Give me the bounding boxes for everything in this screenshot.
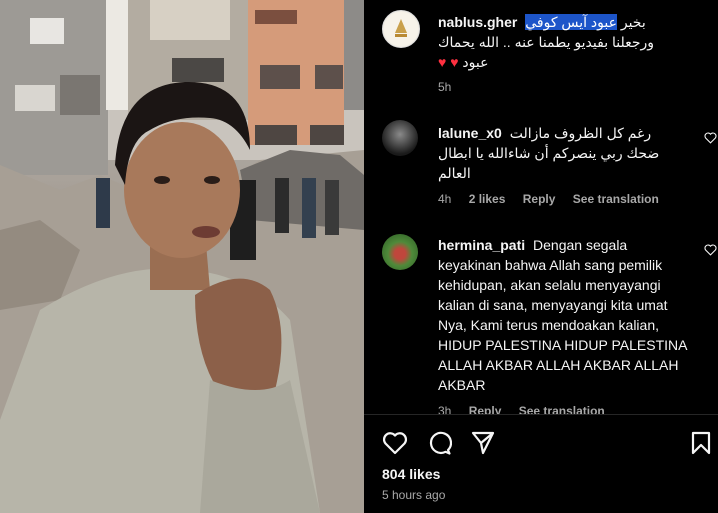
caption-highlight: عبود آيس كوفي bbox=[525, 14, 617, 30]
see-translation-button[interactable]: See translation bbox=[519, 404, 605, 414]
caption-hearts: ♥ ♥ bbox=[438, 54, 459, 70]
comment-username[interactable]: lalune_x0 bbox=[438, 125, 502, 141]
post-caption: nablus.gher عبود آيس كوفي بخير ورجعلنا ب… bbox=[382, 10, 718, 100]
comment-time: 4h bbox=[438, 192, 452, 206]
author-logo-icon bbox=[384, 12, 418, 46]
reply-button[interactable]: Reply bbox=[469, 404, 502, 414]
commenter-avatar[interactable] bbox=[382, 234, 418, 270]
comment-icon[interactable] bbox=[426, 430, 452, 456]
media-illustration bbox=[0, 0, 364, 513]
post-timestamp: 5 hours ago bbox=[382, 488, 446, 502]
comment-text-1: رغم كل الظروف مازالت bbox=[509, 125, 652, 141]
comment-item: hermina_pati Dengan segala keyakinan bah… bbox=[382, 234, 718, 414]
likes-count[interactable]: 804 likes bbox=[382, 466, 440, 482]
commenter-avatar[interactable] bbox=[382, 120, 418, 156]
comments-list[interactable]: nablus.gher عبود آيس كوفي بخير ورجعلنا ب… bbox=[364, 0, 718, 414]
save-icon[interactable] bbox=[688, 430, 714, 456]
share-icon[interactable] bbox=[470, 430, 496, 456]
comment-text: Dengan segala keyakinan bahwa Allah sang… bbox=[438, 237, 687, 393]
comment-text-2: ضحك ربي ينصركم أن شاءالله يا ابطال bbox=[438, 145, 660, 161]
reply-button[interactable]: Reply bbox=[523, 192, 556, 206]
see-translation-button[interactable]: See translation bbox=[573, 192, 659, 206]
caption-text-1: بخير bbox=[620, 14, 646, 30]
caption-text-3: عبود bbox=[462, 54, 489, 70]
author-avatar[interactable] bbox=[382, 10, 420, 48]
comment-like-heart-icon[interactable] bbox=[704, 132, 717, 144]
comment-item: lalune_x0 رغم كل الظروف مازالت ضحك ربي ي… bbox=[382, 120, 718, 212]
post-side-panel: nablus.gher عبود آيس كوفي بخير ورجعلنا ب… bbox=[364, 0, 718, 513]
comment-text-3: العالم bbox=[438, 165, 471, 181]
post-media[interactable] bbox=[0, 0, 364, 513]
caption-text-2: ورجعلنا بفيديو يطمنا عنه .. الله يحماك bbox=[438, 34, 655, 50]
comment-like-heart-icon[interactable] bbox=[704, 244, 717, 256]
comment-time: 3h bbox=[438, 404, 452, 414]
comment-likes[interactable]: 2 likes bbox=[469, 192, 506, 206]
like-icon[interactable] bbox=[382, 430, 408, 456]
author-username[interactable]: nablus.gher bbox=[438, 14, 517, 30]
caption-time: 5h bbox=[438, 80, 452, 94]
comment-username[interactable]: hermina_pati bbox=[438, 237, 525, 253]
